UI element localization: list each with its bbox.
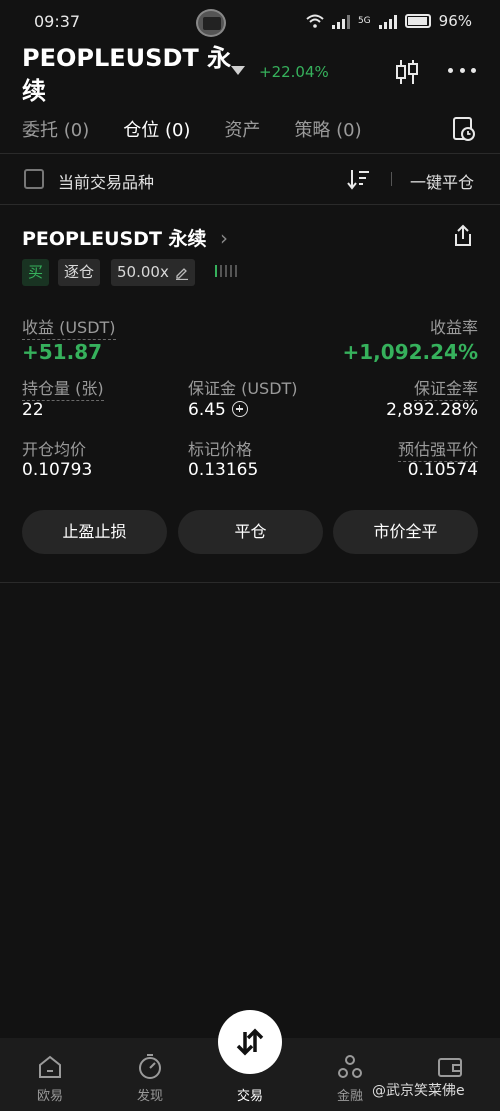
divider (0, 204, 500, 205)
home-icon (39, 1055, 61, 1078)
sort-icon[interactable] (347, 168, 371, 190)
add-margin-icon[interactable] (231, 401, 248, 417)
edit-icon (175, 267, 188, 280)
roe-value: +1,092.24% (342, 340, 479, 364)
pnl-label: 收益 (USDT) (22, 314, 116, 340)
close-all-button[interactable]: 一键平仓 (410, 169, 474, 193)
nav-label-home: 欧易 (36, 1089, 63, 1104)
notification-avatar-icon (196, 9, 226, 37)
current-instrument-label[interactable]: 当前交易品种 (58, 169, 154, 193)
margin-mode-badge: 逐仓 (58, 259, 101, 286)
separator (391, 172, 392, 186)
tab-strategies[interactable]: 策略 (0) (294, 116, 361, 142)
battery-level: 96% (438, 12, 472, 30)
divider (0, 582, 500, 583)
signal-icon-2 (378, 13, 397, 29)
entry-price-value: 0.10793 (22, 460, 93, 480)
nav-label-discover: 发现 (136, 1089, 163, 1104)
margin-ratio-label: 保证金率 (413, 375, 478, 401)
tab-assets[interactable]: 资产 (224, 116, 260, 142)
position-tabs: 委托 (0) 仓位 (0) 资产 策略 (0) (22, 116, 362, 142)
liquidation-price-label: 预估强平价 (397, 436, 478, 462)
discover-icon (139, 1054, 161, 1079)
position-size-value: 22 (22, 400, 44, 420)
position-symbol[interactable]: PEOPLEUSDT 永续 (22, 224, 207, 251)
market-close-all-button[interactable]: 市价全平 (333, 510, 478, 554)
signal-icon (331, 13, 350, 29)
tab-positions[interactable]: 仓位 (0) (123, 116, 190, 142)
close-position-button[interactable]: 平仓 (178, 510, 323, 554)
position-size-label: 持仓量 (张) (22, 375, 104, 401)
status-bar: 09:37 5G 96% (0, 0, 500, 44)
status-time: 09:37 (34, 12, 81, 31)
margin-ratio-value: 2,892.28% (386, 400, 478, 420)
status-indicators: 5G 96% (306, 12, 472, 30)
battery-icon (404, 14, 431, 28)
entry-price-label: 开仓均价 (22, 440, 87, 459)
chevron-right-icon[interactable]: › (220, 226, 228, 250)
pnl-value: +51.87 (22, 340, 103, 364)
leverage-value: 50.00x (117, 263, 169, 281)
nav-label-trade: 交易 (236, 1089, 263, 1104)
price-change: +22.04% (259, 63, 329, 81)
mark-price-label: 标记价格 (188, 440, 253, 459)
leverage-button[interactable]: 50.00x (111, 259, 195, 286)
risk-level-indicator (215, 265, 237, 277)
liquidation-price-value: 0.10574 (407, 460, 478, 480)
nav-item-finance[interactable]: 金融 (300, 1038, 400, 1111)
margin-value: 6.45 (188, 400, 226, 420)
tp-sl-button[interactable]: 止盈止损 (22, 510, 167, 554)
wallet-icon (438, 1058, 462, 1077)
history-icon[interactable] (452, 116, 476, 142)
current-instrument-checkbox[interactable] (24, 169, 44, 189)
nav-item-assets[interactable] (400, 1038, 500, 1111)
trade-center-button[interactable] (218, 1010, 282, 1074)
roe-label: 收益率 (429, 318, 478, 337)
mark-price-value: 0.13165 (188, 460, 259, 480)
nav-item-home[interactable]: 欧易 (0, 1038, 100, 1111)
more-options-icon[interactable] (448, 68, 476, 76)
tab-orders[interactable]: 委托 (0) (22, 116, 89, 142)
network-label: 5G (357, 15, 371, 26)
finance-icon (338, 1055, 362, 1078)
chevron-down-icon[interactable] (231, 66, 245, 75)
side-badge: 买 (22, 259, 49, 286)
swap-arrows-icon (236, 1028, 264, 1056)
share-icon[interactable] (452, 224, 474, 248)
wifi-icon (306, 14, 324, 28)
divider (0, 153, 500, 154)
watermark: @武京笑菜佛e (372, 1083, 465, 1099)
candlestick-chart-icon[interactable] (394, 58, 420, 86)
margin-label: 保证金 (USDT) (188, 379, 298, 398)
instrument-title[interactable]: PEOPLEUSDT 永续 (22, 42, 232, 108)
nav-item-discover[interactable]: 发现 (100, 1038, 200, 1111)
margin-value-row: 6.45 (188, 400, 248, 420)
